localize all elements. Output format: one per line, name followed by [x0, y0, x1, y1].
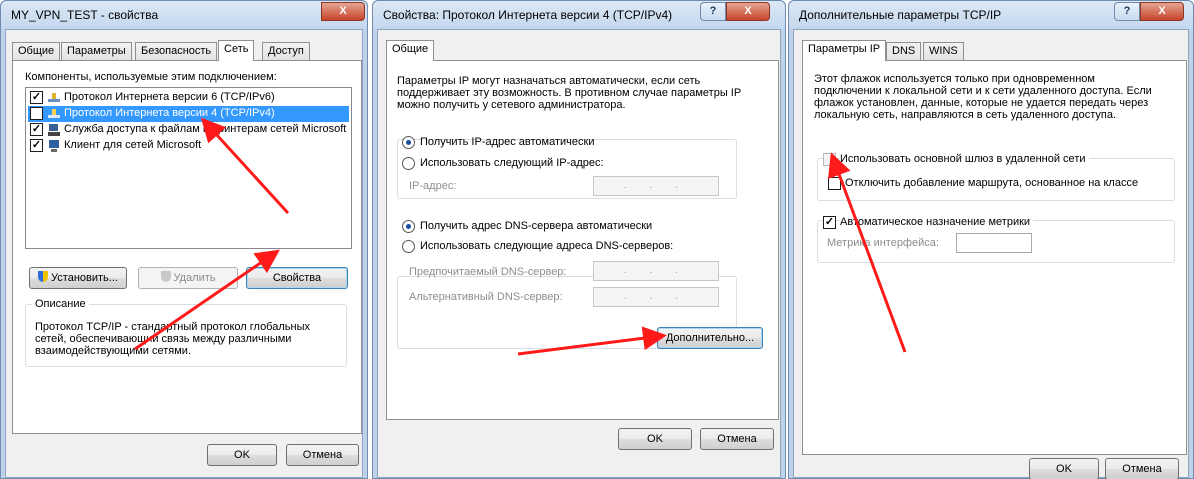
tab-panel: Компоненты, используемые этим подключени…	[12, 60, 362, 434]
manual-dns-label[interactable]: Использовать следующие адреса DNS-сервер…	[420, 240, 673, 252]
help-button[interactable]: ?	[1114, 2, 1140, 21]
tab-sharing[interactable]: Доступ	[262, 42, 310, 60]
ip-address-label: IP-адрес:	[409, 180, 457, 192]
disable-route-checkbox[interactable]	[828, 177, 841, 190]
install-button[interactable]: Установить...	[29, 267, 127, 289]
intro-text: Параметры IP могут назначаться автоматич…	[397, 75, 741, 111]
list-item-label: Протокол Интернета версии 6 (TCP/IPv6)	[64, 91, 275, 103]
close-button[interactable]: X	[726, 2, 770, 21]
ok-button[interactable]: OK	[207, 444, 277, 466]
tab-wins[interactable]: WINS	[923, 42, 964, 60]
network-client-icon	[49, 140, 59, 152]
advanced-button[interactable]: Дополнительно...	[657, 327, 763, 349]
cancel-button[interactable]: Отмена	[1105, 458, 1179, 479]
ok-button[interactable]: OK	[1029, 458, 1099, 479]
title-bar: MY_VPN_TEST - свойства X	[1, 1, 367, 29]
use-gateway-checkbox[interactable]	[823, 153, 836, 166]
info-text: Этот флажок используется только при одно…	[814, 73, 1152, 121]
list-item-label: Клиент для сетей Microsoft	[64, 139, 202, 151]
auto-ip-radio[interactable]	[402, 136, 415, 149]
tab-general[interactable]: Общие	[12, 42, 61, 60]
preferred-dns-field: . . .	[593, 261, 719, 281]
tab-security[interactable]: Безопасность	[135, 42, 218, 60]
cancel-button[interactable]: Отмена	[286, 444, 359, 466]
auto-ip-label[interactable]: Получить IP-адрес автоматически	[420, 136, 594, 148]
auto-metric-checkbox[interactable]: ✓	[823, 216, 836, 229]
cancel-button[interactable]: Отмена	[700, 428, 774, 450]
dialog-client: Общие Параметры IP могут назначаться авт…	[377, 29, 781, 478]
alternate-dns-field: . . .	[593, 287, 719, 307]
close-button[interactable]: X	[321, 2, 365, 21]
tab-network[interactable]: Сеть	[218, 40, 255, 61]
list-item-label: Служба доступа к файлам и принтерам сете…	[64, 123, 347, 135]
network-protocol-icon	[48, 109, 60, 118]
remove-button-label: Удалить	[173, 272, 216, 284]
auto-metric-label[interactable]: Автоматическое назначение метрики	[840, 216, 1034, 228]
disable-route-label[interactable]: Отключить добавление маршрута, основанно…	[845, 177, 1138, 189]
list-item[interactable]: ✓ Протокол Интернета версии 6 (TCP/IPv6)	[28, 90, 349, 106]
network-protocol-icon	[48, 93, 60, 102]
window-title: Свойства: Протокол Интернета версии 4 (T…	[383, 8, 673, 22]
dialog-client: Параметры IP DNS WINS Этот флажок исполь…	[793, 29, 1189, 479]
list-item-label: Протокол Интернета версии 4 (TCP/IPv4)	[64, 107, 275, 119]
dialog-client: Общие Параметры Безопасность Сеть Доступ…	[5, 29, 363, 478]
checkbox[interactable]: ✓	[30, 139, 43, 152]
list-item[interactable]: ✓ Служба доступа к файлам и принтерам се…	[28, 122, 349, 138]
manual-ip-radio[interactable]	[402, 157, 415, 170]
title-bar: Свойства: Протокол Интернета версии 4 (T…	[373, 1, 785, 29]
description-text: Протокол TCP/IP - стандартный протокол г…	[35, 321, 310, 357]
ok-button[interactable]: OK	[618, 428, 692, 450]
description-title: Описание	[32, 298, 89, 310]
install-button-label: Установить...	[51, 272, 118, 284]
checkbox[interactable]: ✓	[30, 123, 43, 136]
preferred-dns-label: Предпочитаемый DNS-сервер:	[409, 266, 567, 278]
tab-options[interactable]: Параметры	[61, 42, 132, 60]
help-button[interactable]: ?	[700, 2, 726, 21]
use-gateway-label[interactable]: Использовать основной шлюз в удаленной с…	[840, 153, 1089, 165]
ip-address-field: . . .	[593, 176, 719, 196]
tab-panel: Параметры IP могут назначаться автоматич…	[386, 60, 779, 420]
close-button[interactable]: X	[1140, 2, 1184, 21]
file-printer-service-icon	[48, 124, 60, 136]
tab-dns[interactable]: DNS	[886, 42, 922, 60]
tab-strip: Общие Параметры Безопасность Сеть Доступ	[12, 40, 332, 61]
tab-general[interactable]: Общие	[386, 40, 435, 61]
tab-ip-settings[interactable]: Параметры IP	[802, 40, 887, 61]
components-label: Компоненты, используемые этим подключени…	[25, 71, 277, 83]
window-title: MY_VPN_TEST - свойства	[11, 8, 159, 22]
tab-strip: Общие	[386, 40, 466, 61]
window-title: Дополнительные параметры TCP/IP	[799, 8, 1002, 22]
properties-button[interactable]: Свойства	[246, 267, 348, 289]
checkbox[interactable]: ✓	[30, 107, 43, 120]
shield-icon	[38, 271, 49, 282]
shield-icon	[160, 271, 171, 282]
alternate-dns-label: Альтернативный DNS-сервер:	[409, 291, 563, 303]
ipv4-properties-window: Свойства: Протокол Интернета версии 4 (T…	[372, 0, 786, 479]
manual-ip-label[interactable]: Использовать следующий IP-адрес:	[420, 157, 604, 169]
list-item[interactable]: ✓ Клиент для сетей Microsoft	[28, 138, 349, 154]
advanced-tcpip-window: Дополнительные параметры TCP/IP ? X Пара…	[788, 0, 1194, 479]
metric-label: Метрика интерфейса:	[827, 237, 939, 249]
tab-strip: Параметры IP DNS WINS	[802, 40, 1002, 61]
checkbox[interactable]: ✓	[30, 91, 43, 104]
components-list[interactable]: ✓ Протокол Интернета версии 6 (TCP/IPv6)…	[25, 87, 352, 249]
title-bar: Дополнительные параметры TCP/IP ? X	[789, 1, 1193, 29]
tab-panel: Этот флажок используется только при одно…	[802, 60, 1187, 455]
connection-properties-window: MY_VPN_TEST - свойства X Общие Параметры…	[0, 0, 368, 479]
metric-field	[956, 233, 1032, 253]
auto-dns-radio[interactable]	[402, 220, 415, 233]
auto-dns-label[interactable]: Получить адрес DNS-сервера автоматически	[420, 220, 652, 232]
remove-button: Удалить	[138, 267, 238, 289]
manual-dns-radio[interactable]	[402, 240, 415, 253]
list-item[interactable]: ✓ Протокол Интернета версии 4 (TCP/IPv4)	[28, 106, 349, 122]
